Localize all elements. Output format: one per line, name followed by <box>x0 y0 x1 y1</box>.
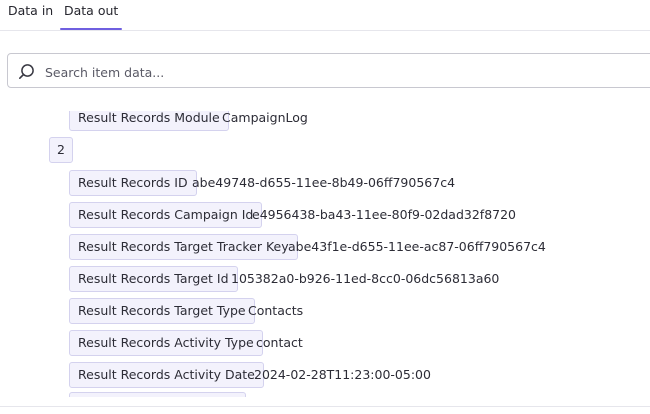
field-key[interactable]: Result Records Target Type <box>69 298 255 324</box>
field-value: CampaignLog <box>222 111 308 125</box>
divider <box>0 406 650 407</box>
field-value: Contacts <box>248 303 304 318</box>
field-value: e4956438-ba43-11ee-80f9-02dad32f8720 <box>252 207 517 222</box>
tab-data-out[interactable]: Data out <box>59 0 123 30</box>
search-box <box>7 53 650 88</box>
search-input[interactable] <box>43 62 607 82</box>
field-key[interactable]: Result Records Target Id <box>69 266 238 292</box>
field-value: 2024-02-28T11:23:00-05:00 <box>254 367 431 382</box>
field-value: abe49748-d655-11ee-8b49-06ff790567c4 <box>192 175 456 190</box>
field-value: contact <box>256 335 303 350</box>
search-icon <box>18 64 34 79</box>
data-tree: Result Records Module CampaignLog 2 Resu… <box>0 111 650 397</box>
field-key[interactable]: Result Records Related Id <box>69 392 247 397</box>
tab-data-in[interactable]: Data in <box>8 0 53 30</box>
field-key[interactable]: Result Records Activity Type <box>69 330 263 356</box>
field-value: abe43f1e-d655-11ee-ac87-06ff790567c4 <box>288 239 546 254</box>
field-key[interactable]: Result Records Target Tracker Key <box>69 234 298 260</box>
field-key[interactable]: Result Records Campaign Id <box>69 202 263 228</box>
field-key[interactable]: Result Records ID <box>69 170 197 196</box>
field-value: 105382a0-b926-11ed-8cc0-06dc56813a60 <box>231 271 500 286</box>
tab-bar: Data in Data out <box>0 0 650 31</box>
field-key[interactable]: Result Records Module <box>69 111 229 131</box>
array-index-toggle[interactable]: 2 <box>49 137 73 163</box>
field-key[interactable]: Result Records Activity Date <box>69 362 264 388</box>
